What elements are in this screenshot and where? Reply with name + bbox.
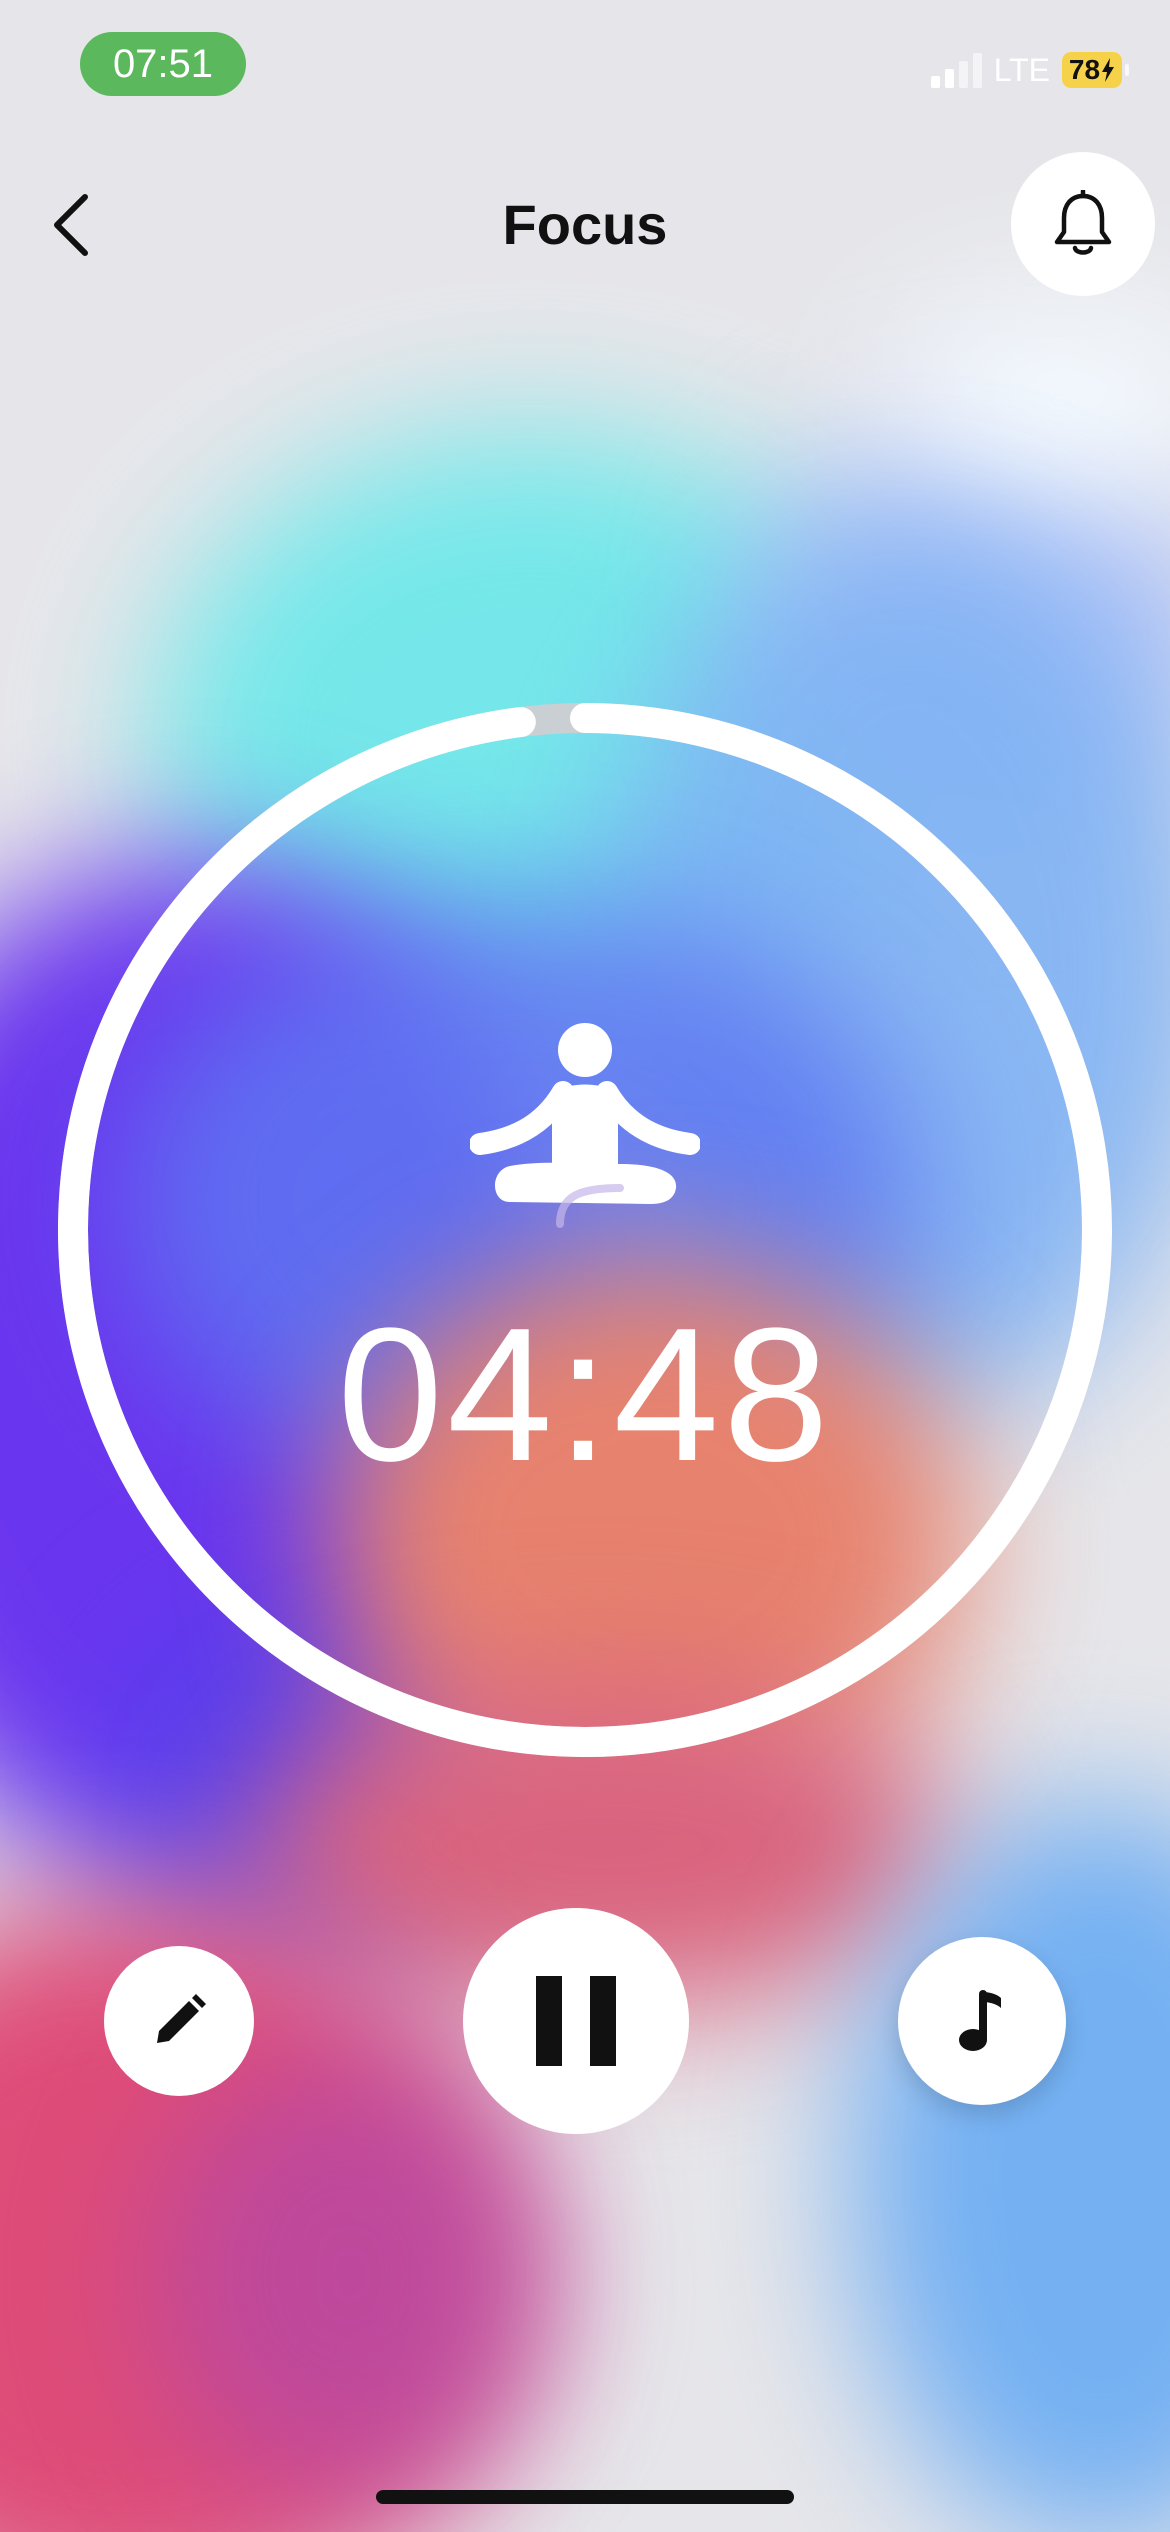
edit-button[interactable] bbox=[104, 1946, 254, 2096]
home-indicator bbox=[376, 2490, 794, 2504]
pencil-icon bbox=[157, 1994, 206, 2043]
music-button[interactable] bbox=[898, 1937, 1066, 2105]
meditation-icon bbox=[470, 1023, 700, 1228]
cellular-signal-icon bbox=[930, 52, 982, 88]
reminder-bell-button[interactable] bbox=[1011, 152, 1155, 296]
timer-countdown: 04:48 bbox=[337, 1289, 833, 1501]
status-indicators: LTE 78 bbox=[930, 48, 1129, 92]
chevron-left-icon bbox=[54, 194, 88, 256]
status-time: 07:51 bbox=[80, 32, 246, 96]
timer-ring-progress bbox=[58, 703, 1112, 1757]
timer-progress-ring bbox=[58, 703, 1112, 1757]
pause-icon bbox=[536, 1976, 616, 2066]
back-button[interactable] bbox=[36, 190, 106, 260]
pause-button[interactable] bbox=[463, 1908, 689, 2134]
music-note-icon bbox=[959, 1990, 1001, 2051]
bell-icon bbox=[1054, 190, 1112, 255]
battery-icon: 78 bbox=[1062, 52, 1129, 88]
battery-level: 78 bbox=[1068, 54, 1101, 85]
network-type: LTE bbox=[993, 51, 1050, 88]
